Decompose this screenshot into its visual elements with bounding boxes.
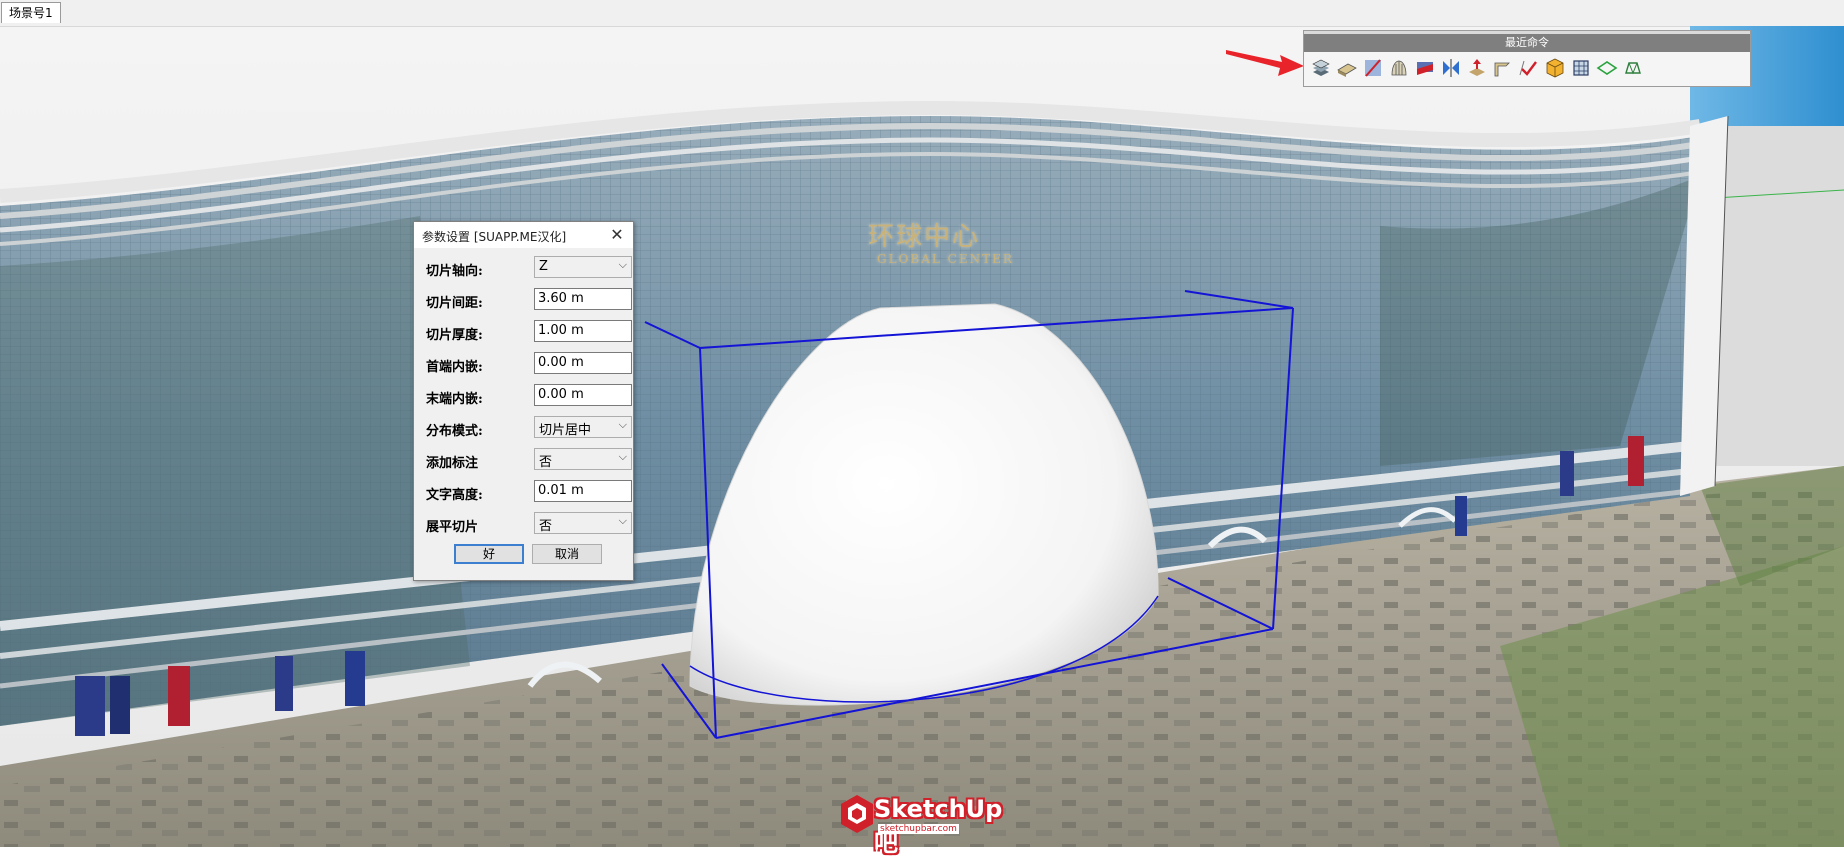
chevron-down-icon: ⌵ bbox=[618, 450, 627, 463]
model-viewport[interactable]: 环球中心 GLOBAL CENTER bbox=[0, 26, 1844, 847]
slash-plane-icon[interactable] bbox=[1361, 56, 1385, 80]
recent-commands-toolbar: 最近命令 bbox=[1303, 30, 1751, 87]
slice-axis-select[interactable]: Z ⌵ bbox=[534, 256, 632, 278]
flatten-slices-select[interactable]: 否 ⌵ bbox=[534, 512, 632, 534]
wire-shape-icon[interactable] bbox=[1621, 56, 1645, 80]
text-height-label: 文字高度: bbox=[426, 488, 483, 503]
row-slice-spacing: 切片间距: 3.60 m bbox=[424, 288, 632, 312]
start-inset-label: 首端内嵌: bbox=[426, 360, 483, 375]
row-text-height: 文字高度: 0.01 m bbox=[424, 480, 632, 504]
section-red-icon[interactable] bbox=[1413, 56, 1437, 80]
watermark-subtext: sketchupbar.com bbox=[878, 824, 959, 834]
distribution-mode-label: 分布模式: bbox=[426, 424, 483, 439]
sketchup-logo-icon bbox=[841, 795, 873, 833]
end-inset-input[interactable]: 0.00 m bbox=[534, 384, 632, 406]
scene-tab-bar: 场景号1 bbox=[0, 0, 1844, 27]
add-annotation-label: 添加标注 bbox=[426, 456, 479, 471]
text-height-input[interactable]: 0.01 m bbox=[534, 480, 632, 502]
row-flatten-slices: 展平切片 否 ⌵ bbox=[424, 512, 632, 536]
row-slice-axis: 切片轴向: Z ⌵ bbox=[424, 256, 632, 280]
push-red-icon[interactable] bbox=[1465, 56, 1489, 80]
slice-axis-label: 切片轴向: bbox=[426, 264, 483, 279]
fold-surface-icon[interactable] bbox=[1491, 56, 1515, 80]
building-sign-chinese: 环球中心 bbox=[868, 222, 981, 252]
building-sign-english: GLOBAL CENTER bbox=[877, 252, 1014, 266]
checkmark-icon[interactable] bbox=[1517, 56, 1541, 80]
shell-icon[interactable] bbox=[1387, 56, 1411, 80]
slice-spacing-label: 切片间距: bbox=[426, 296, 483, 311]
flatten-slices-label: 展平切片 bbox=[426, 520, 479, 535]
mirror-blue-icon[interactable] bbox=[1439, 56, 1463, 80]
toolbar-title[interactable]: 最近命令 bbox=[1304, 34, 1750, 52]
slice-thickness-input[interactable]: 1.00 m bbox=[534, 320, 632, 342]
distribution-mode-select[interactable]: 切片居中 ⌵ bbox=[534, 416, 632, 438]
watermark: SketchUp吧 sketchupbar.com bbox=[838, 791, 1018, 857]
scene-canvas bbox=[0, 26, 1844, 847]
green-plane-icon[interactable] bbox=[1595, 56, 1619, 80]
add-annotation-select[interactable]: 否 ⌵ bbox=[534, 448, 632, 470]
parameter-dialog: 参数设置 [SUAPP.ME汉化] ✕ 切片轴向: Z ⌵ 切片间距: 3.60… bbox=[413, 221, 634, 581]
layered-slice-icon[interactable] bbox=[1309, 56, 1333, 80]
row-slice-thickness: 切片厚度: 1.00 m bbox=[424, 320, 632, 344]
profile-slab-icon[interactable] bbox=[1335, 56, 1359, 80]
cancel-button[interactable]: 取消 bbox=[532, 544, 602, 564]
grid-frame-icon[interactable] bbox=[1569, 56, 1593, 80]
close-icon[interactable]: ✕ bbox=[607, 225, 627, 245]
flatten-slices-value: 否 bbox=[539, 519, 553, 534]
orange-cube-icon[interactable] bbox=[1543, 56, 1567, 80]
add-annotation-value: 否 bbox=[539, 455, 553, 470]
dialog-title: 参数设置 [SUAPP.ME汉化] bbox=[422, 230, 567, 244]
dialog-titlebar[interactable]: 参数设置 [SUAPP.ME汉化] ✕ bbox=[414, 222, 633, 248]
dialog-body: 切片轴向: Z ⌵ 切片间距: 3.60 m 切片厚度: 1.00 m 首端内嵌… bbox=[414, 248, 633, 580]
slice-thickness-label: 切片厚度: bbox=[426, 328, 483, 343]
distribution-mode-value: 切片居中 bbox=[539, 423, 592, 438]
chevron-down-icon: ⌵ bbox=[618, 514, 627, 527]
chevron-down-icon: ⌵ bbox=[618, 258, 627, 271]
slice-axis-value: Z bbox=[539, 259, 548, 274]
start-inset-input[interactable]: 0.00 m bbox=[534, 352, 632, 374]
row-add-annotation: 添加标注 否 ⌵ bbox=[424, 448, 632, 472]
ok-button[interactable]: 好 bbox=[454, 544, 524, 564]
slice-spacing-input[interactable]: 3.60 m bbox=[534, 288, 632, 310]
red-arrow-icon bbox=[1226, 50, 1304, 76]
row-distribution-mode: 分布模式: 切片居中 ⌵ bbox=[424, 416, 632, 440]
row-end-inset: 末端内嵌: 0.00 m bbox=[424, 384, 632, 408]
scene-tab-1[interactable]: 场景号1 bbox=[1, 2, 61, 23]
end-inset-label: 末端内嵌: bbox=[426, 392, 483, 407]
chevron-down-icon: ⌵ bbox=[618, 418, 627, 431]
row-start-inset: 首端内嵌: 0.00 m bbox=[424, 352, 632, 376]
dialog-buttons: 好 取消 bbox=[424, 544, 624, 568]
toolbar-icons bbox=[1304, 52, 1750, 80]
